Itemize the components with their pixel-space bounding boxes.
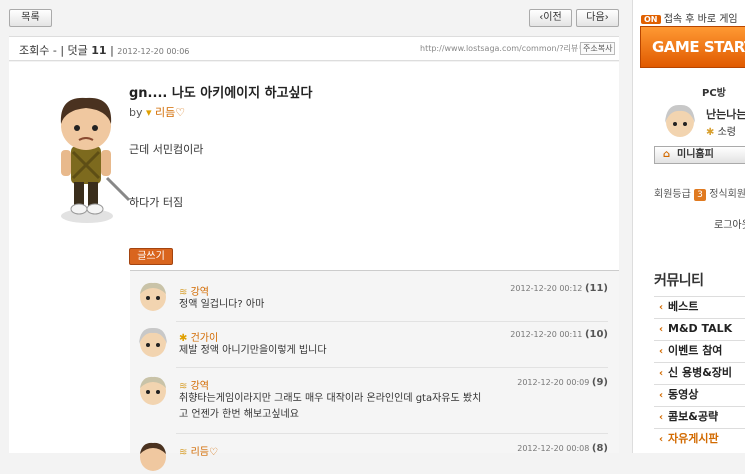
commenter-name[interactable]: ≋ 강역 xyxy=(179,283,209,298)
commenter-avatar xyxy=(139,327,167,357)
comment-date: 2012-12-20 00:12 (11) xyxy=(510,283,608,294)
post-title: gn.... 나도 아키에이지 하고싶다 xyxy=(129,86,313,101)
quick-start-row: ON 접속 후 바로 게임 xyxy=(641,10,738,25)
comment-text-line-2: 고 언젠가 한번 해보고싶네요 xyxy=(179,409,299,420)
menu-new-mercenary[interactable]: ‹ 신 용병&장비 xyxy=(654,362,745,382)
next-button[interactable]: 다음› xyxy=(576,9,619,27)
pcbang-label: PC방 xyxy=(702,88,726,99)
chevron-left-icon: ‹ xyxy=(658,346,664,357)
author-name[interactable]: 리듬♡ xyxy=(155,106,185,119)
minihome-button[interactable]: ⌂ 미니홈피 xyxy=(654,146,745,164)
comment-divider xyxy=(176,321,608,322)
comment-item: ✱ 건가이 2012-12-20 00:11 (10) 제발 정액 아니기만을이… xyxy=(130,323,619,368)
meta-separator: | xyxy=(110,44,114,57)
chevron-left-icon: ‹ xyxy=(658,324,664,335)
comment-item: ≋ 강역 2012-12-20 00:12 (11) 정액 일겁니다? 아마 xyxy=(130,277,619,322)
grade-badge: 3 xyxy=(694,189,706,201)
comment-date: 2012-12-20 00:08 (8) xyxy=(517,443,608,454)
list-button[interactable]: 목록 xyxy=(9,9,52,27)
on-badge: ON xyxy=(641,15,661,24)
commenter-name[interactable]: ≋ 강역 xyxy=(179,377,209,392)
commenter-name[interactable]: ≋ 리듬♡ xyxy=(179,443,218,458)
comment-divider xyxy=(176,367,608,368)
commenter-avatar xyxy=(140,376,166,405)
copy-url-button[interactable]: 주소복사 xyxy=(580,42,616,55)
comment-text: 취향타는게임이라지만 그래도 매우 대작이라 온라인인데 gta자유도 봤치 xyxy=(179,393,482,404)
game-start-button[interactable]: GAME START xyxy=(640,26,745,68)
comment-text: 정액 일겁니다? 아마 xyxy=(179,299,265,310)
commenter-avatar xyxy=(140,282,166,311)
prev-button[interactable]: ‹이전 xyxy=(529,9,572,27)
comment-item: ≋ 강역 2012-12-20 00:09 (9) 취향타는게임이라지만 그래도… xyxy=(130,371,619,434)
post-info-bar: 조회수 - | 덧글 11 | 2012-12-20 00:06 http://… xyxy=(9,36,619,61)
rank-icon: ✱ xyxy=(706,127,715,138)
comment-list: ≋ 강역 2012-12-20 00:12 (11) 정액 일겁니다? 아마 ✱… xyxy=(130,270,619,471)
menu-combo-guide[interactable]: ‹ 콤보&공략 xyxy=(654,406,745,426)
post-line-1: 근데 서민컴이라 xyxy=(129,143,204,156)
menu-video[interactable]: ‹ 동영상 xyxy=(654,384,745,404)
comment-date: 2012-12-20 00:09 (9) xyxy=(517,377,608,388)
post-line-2: 하다가 터짐 xyxy=(129,196,184,209)
write-button[interactable]: 글쓰기 xyxy=(129,248,173,265)
home-icon: ⌂ xyxy=(663,149,671,160)
post-meta: 조회수 - | 덧글 11 | 2012-12-20 00:06 xyxy=(19,42,189,58)
post-byline: by ▾ 리듬♡ xyxy=(129,104,185,120)
community-title: 커뮤니티 xyxy=(654,273,704,289)
menu-free-board[interactable]: ‹ 자유게시판 xyxy=(654,428,745,448)
chevron-left-icon: ‹ xyxy=(658,302,664,313)
post-date: 2012-12-20 00:06 xyxy=(117,47,190,56)
right-sidebar: ON 접속 후 바로 게임 GAME START PC방 난는나는 ✱ 소령 ⌂… xyxy=(632,0,745,453)
comment-item: ≋ 리듬♡ 2012-12-20 00:08 (8) xyxy=(130,437,619,471)
member-grade: 회원등급 3 정식회원 xyxy=(654,189,745,201)
chevron-left-icon: ‹ xyxy=(658,434,664,445)
commenter-avatar xyxy=(140,442,166,471)
profile-name: 난는나는 xyxy=(706,108,745,121)
comment-divider xyxy=(176,433,608,434)
chevron-left-icon: ‹ xyxy=(658,368,664,379)
by-label: by xyxy=(129,106,143,119)
main-area: 목록 ‹이전 다음› 조회수 - | 덧글 11 | 2012-12-20 00… xyxy=(0,0,632,471)
rank-icon: ▾ xyxy=(146,106,152,119)
view-count-label: 조회수 - | 덧글 xyxy=(19,44,88,57)
comment-count: 11 xyxy=(91,44,107,57)
author-avatar xyxy=(60,97,131,223)
comment-text: 제발 정액 아니기만을이렇게 빕니다 xyxy=(179,345,327,356)
menu-event[interactable]: ‹ 이벤트 참여 xyxy=(654,340,745,360)
chevron-left-icon: ‹ xyxy=(658,390,664,401)
quick-start-text: 접속 후 바로 게임 xyxy=(663,14,738,25)
profile-avatar xyxy=(665,104,695,137)
commenter-name[interactable]: ✱ 건가이 xyxy=(179,329,218,344)
post-url: http://www.lostsaga.com/common/?리뷰♡ xyxy=(420,44,586,53)
profile-rank: ✱ 소령 xyxy=(706,127,736,138)
menu-best[interactable]: ‹ 베스트 xyxy=(654,296,745,316)
post-body: gn.... 나도 아키에이지 하고싶다 by ▾ 리듬♡ 근데 서민컴이라 하… xyxy=(9,62,619,471)
logout-link[interactable]: 로그아웃 xyxy=(714,216,745,231)
comment-date: 2012-12-20 00:11 (10) xyxy=(510,329,608,340)
menu-md-talk[interactable]: ‹ M&D TALK xyxy=(654,318,745,338)
chevron-left-icon: ‹ xyxy=(658,412,664,423)
